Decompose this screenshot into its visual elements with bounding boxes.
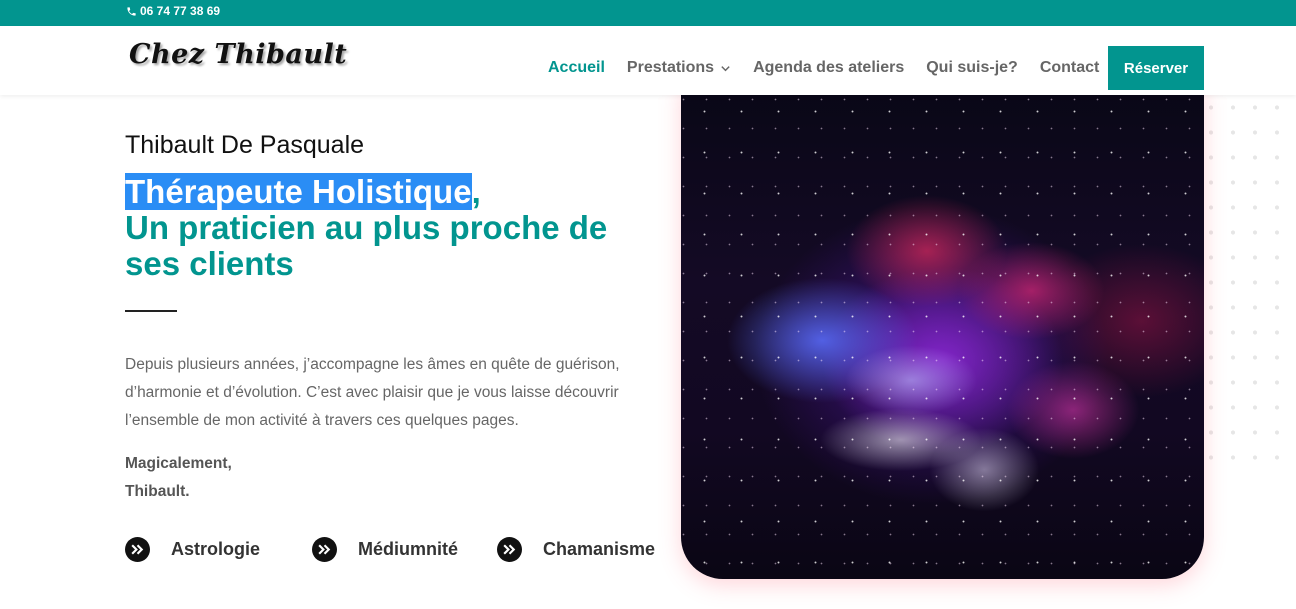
main-nav: Accueil Prestations Agenda des ateliers … xyxy=(548,59,1121,77)
dot-pattern-decoration xyxy=(1196,95,1296,465)
nav-item-accueil[interactable]: Accueil xyxy=(548,59,605,77)
service-mediumnite[interactable]: Médiumnité xyxy=(312,537,497,562)
double-chevron-right-icon xyxy=(125,537,150,562)
hero-headline: Thérapeute Holistique, Un praticien au pl… xyxy=(125,173,645,282)
intro-paragraph: Depuis plusieurs années, j’accompagne le… xyxy=(125,356,620,429)
phone-icon xyxy=(127,6,136,16)
double-chevron-right-icon xyxy=(312,537,337,562)
nav-item-qui-suis-je[interactable]: Qui suis-je? xyxy=(926,59,1018,77)
chevron-down-icon xyxy=(721,65,730,71)
service-astrologie[interactable]: Astrologie xyxy=(125,537,312,562)
site-logo[interactable]: Chez Thibault xyxy=(129,39,347,70)
nav-item-agenda[interactable]: Agenda des ateliers xyxy=(753,59,904,77)
service-label: Médiumnité xyxy=(358,539,459,559)
double-chevron-right-icon xyxy=(497,537,522,562)
section-divider xyxy=(125,310,177,312)
service-label: Chamanisme xyxy=(543,539,656,559)
signoff-line-2: Thibault. xyxy=(125,483,190,500)
headline-rest: Un praticien au plus proche de ses clien… xyxy=(125,209,608,282)
therapist-name: Thibault De Pasquale xyxy=(125,131,365,159)
headline-highlight: Thérapeute Holistique xyxy=(125,173,472,210)
star-field xyxy=(681,82,1204,579)
phone-number[interactable]: 06 74 77 38 69 xyxy=(126,4,220,18)
nav-item-prestations[interactable]: Prestations xyxy=(627,59,731,77)
signoff: Magicalement, Thibault. xyxy=(125,450,232,506)
service-label: Astrologie xyxy=(171,539,261,559)
site-header: Chez Thibault Accueil Prestations Agenda… xyxy=(0,26,1296,95)
service-chamanisme[interactable]: Chamanisme xyxy=(497,537,655,562)
nav-item-prestations-label: Prestations xyxy=(626,59,715,76)
cosmic-nebula-image xyxy=(681,82,1204,579)
nav-item-contact[interactable]: Contact xyxy=(1040,59,1100,77)
reserve-button[interactable]: Réserver xyxy=(1108,46,1204,90)
services-list: Astrologie Médiumnité Chamanisme xyxy=(125,537,655,562)
phone-number-text: 06 74 77 38 69 xyxy=(140,4,221,18)
signoff-line-1: Magicalement, xyxy=(125,455,232,472)
headline-comma: , xyxy=(471,173,481,210)
top-bar: 06 74 77 38 69 xyxy=(0,0,1296,26)
